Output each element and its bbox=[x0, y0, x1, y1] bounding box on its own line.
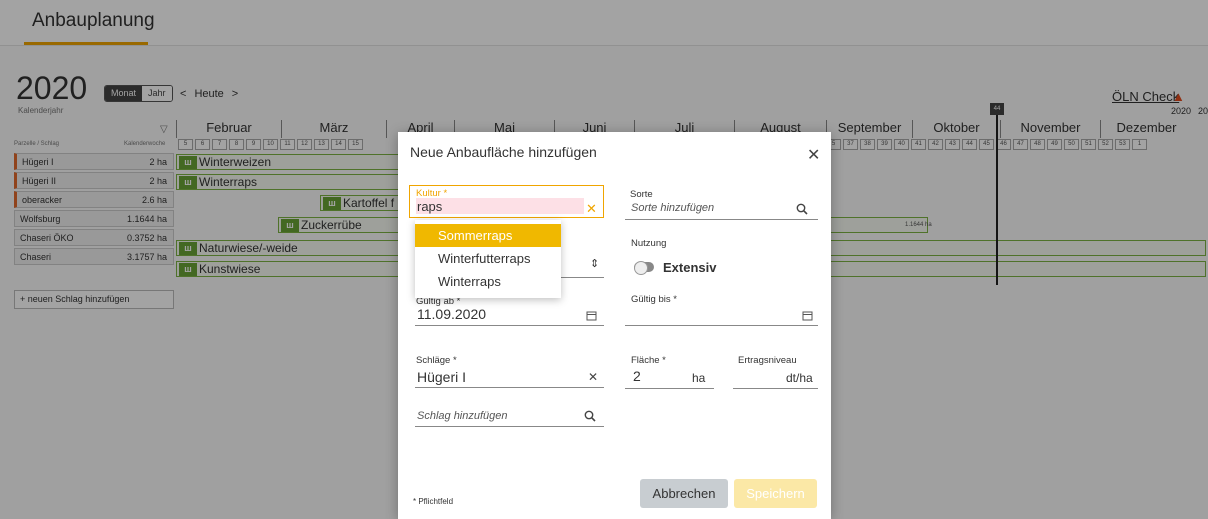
select-arrows-icon[interactable]: ⇕ bbox=[590, 257, 599, 270]
gueltig-bis-label: Gültig bis * bbox=[631, 294, 677, 305]
suggestion-item[interactable]: Winterraps bbox=[415, 270, 561, 293]
gueltig-ab-input[interactable]: 11.09.2020 bbox=[417, 306, 486, 322]
add-area-dialog: Neue Anbaufläche hinzufügen ✕ Kultur * r… bbox=[398, 132, 831, 519]
ertrag-unit: dt/ha bbox=[786, 371, 813, 385]
schlaege-clear-icon[interactable]: ✕ bbox=[588, 370, 598, 384]
sorte-search-icon[interactable] bbox=[796, 203, 808, 215]
field-underline bbox=[625, 219, 818, 220]
flaeche-unit: ha bbox=[692, 371, 706, 385]
sorte-label: Sorte bbox=[630, 189, 653, 200]
ertrag-label: Ertragsniveau bbox=[738, 355, 797, 366]
required-note: * Pflichtfeld bbox=[413, 497, 454, 506]
suggestion-item[interactable]: Winterfutterraps bbox=[415, 247, 561, 270]
schlag-add-input[interactable]: Schlag hinzufügen bbox=[417, 410, 508, 422]
dialog-title: Neue Anbaufläche hinzufügen bbox=[410, 144, 597, 160]
field-underline[interactable] bbox=[733, 388, 818, 389]
cancel-button[interactable]: Abbrechen bbox=[640, 479, 728, 508]
schlaege-label: Schläge * bbox=[416, 355, 457, 366]
field-underline bbox=[415, 426, 604, 427]
flaeche-input[interactable]: 2 bbox=[633, 368, 641, 384]
kultur-clear-icon[interactable]: ✕ bbox=[586, 201, 597, 217]
field-underline bbox=[625, 325, 818, 326]
nutzung-label: Nutzung bbox=[631, 238, 667, 249]
sorte-input[interactable]: Sorte hinzufügen bbox=[631, 202, 714, 214]
save-button[interactable]: Speichern bbox=[734, 479, 817, 508]
schlaege-input[interactable]: Hügeri I bbox=[417, 369, 466, 385]
kultur-suggestions: Sommerraps Winterfutterraps Winterraps bbox=[415, 220, 561, 298]
calendar-icon[interactable] bbox=[802, 310, 813, 321]
extensiv-toggle-label: Extensiv bbox=[663, 260, 717, 275]
suggestion-item[interactable]: Sommerraps bbox=[415, 224, 561, 247]
close-icon[interactable]: ✕ bbox=[807, 145, 820, 165]
kultur-input[interactable]: raps bbox=[417, 199, 442, 214]
flaeche-label: Fläche * bbox=[631, 355, 666, 366]
field-underline bbox=[415, 325, 604, 326]
schlag-search-icon[interactable] bbox=[584, 410, 596, 422]
calendar-icon[interactable] bbox=[586, 310, 597, 321]
extensiv-toggle[interactable] bbox=[634, 261, 654, 275]
field-underline bbox=[625, 388, 714, 389]
field-underline bbox=[415, 387, 604, 388]
